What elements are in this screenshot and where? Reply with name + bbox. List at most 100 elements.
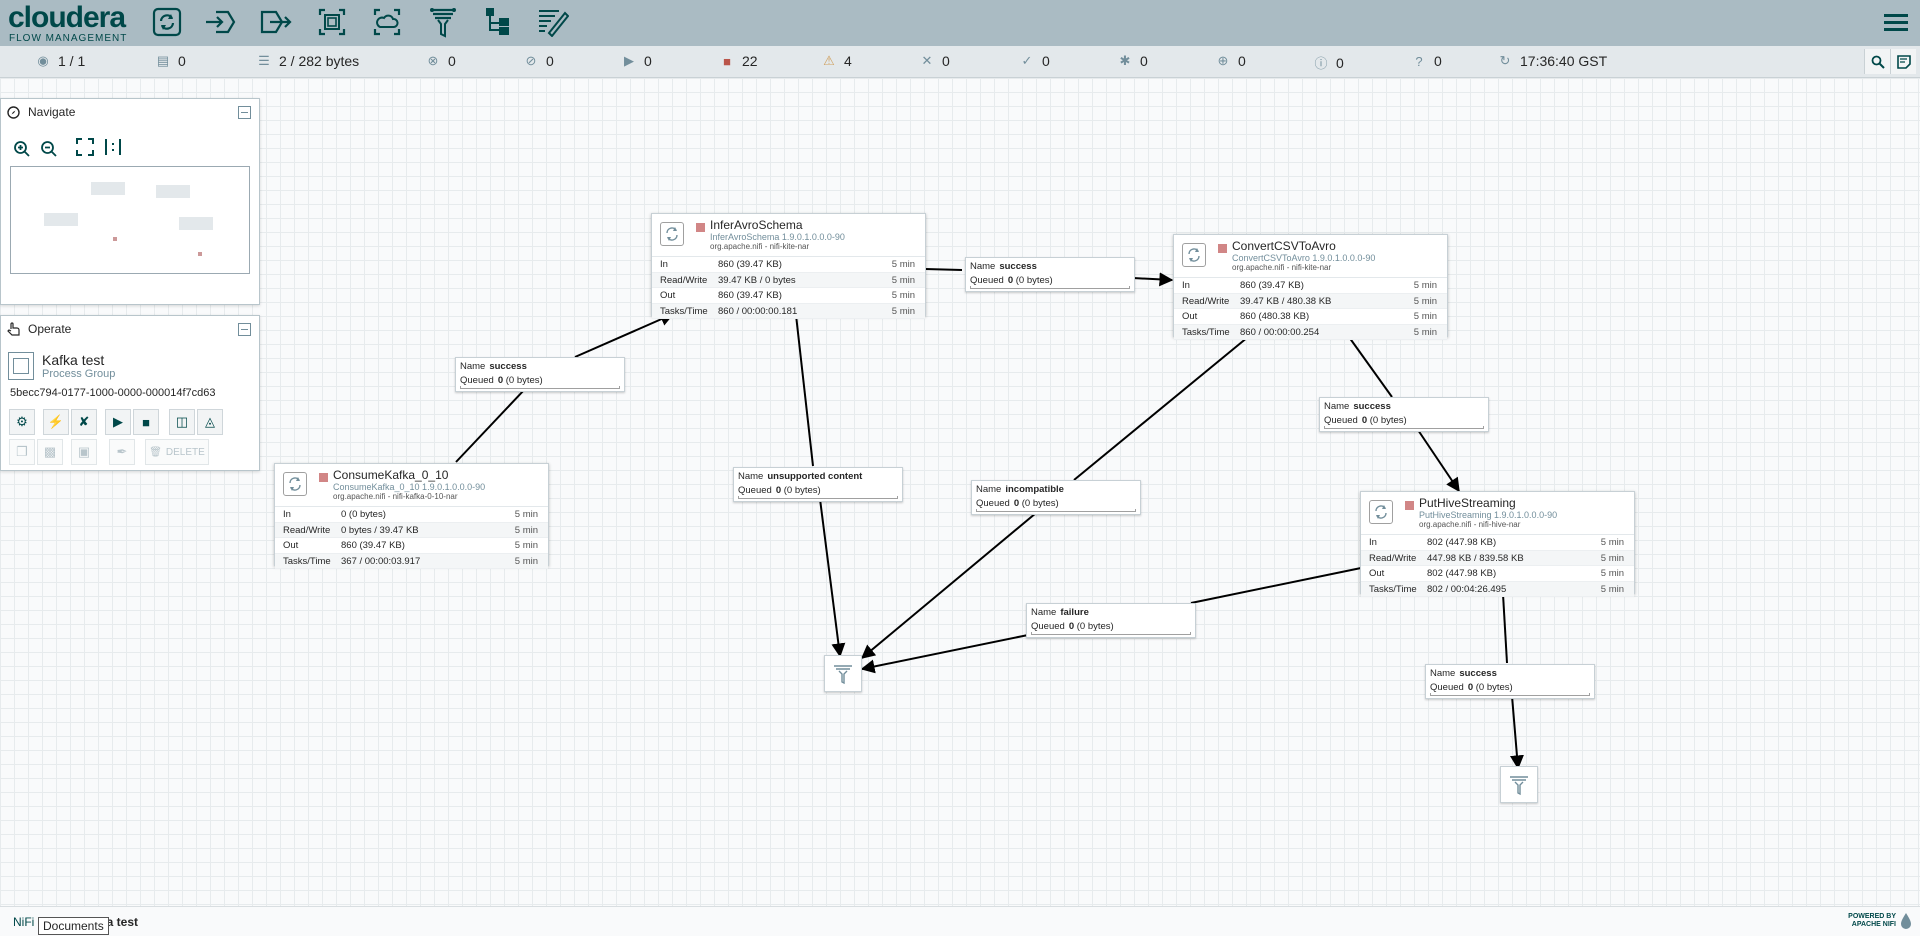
status-not-transmitting-rpg: ⊘ 0 [525, 53, 554, 69]
processor-type: ConsumeKafka_0_10 1.9.0.1.0.0.0-90 [333, 482, 486, 492]
status-cluster: ◉ 1 / 1 [36, 53, 85, 69]
powered-by-nifi[interactable]: POWERED BY APACHE NIFI [1848, 913, 1896, 929]
queue-bar [1324, 426, 1484, 429]
label-button[interactable] [536, 5, 570, 39]
template-icon: ◫ [175, 414, 189, 429]
processor-icon [660, 222, 684, 246]
connection-label-success-3[interactable]: Name success Queued 0 (0 bytes) [1319, 397, 1489, 432]
status-last-refresh[interactable]: ↻ 17:36:40 GST [1498, 53, 1608, 69]
funnel-component-2[interactable] [1500, 766, 1538, 803]
check-icon: ✓ [1021, 53, 1033, 68]
processor-icon [283, 472, 307, 496]
connection-label-success-2[interactable]: Name success Queued 0 (0 bytes) [965, 257, 1135, 292]
status-stopped: ■ 22 [720, 53, 758, 69]
stop-icon: ■ [142, 414, 150, 430]
processor-name: PutHiveStreaming [1419, 496, 1516, 510]
connection-label-incompatible[interactable]: Name incompatible Queued 0 (0 bytes) [971, 480, 1141, 515]
zoom-out-icon [41, 141, 57, 157]
brush-icon: ✒ [116, 444, 128, 459]
group-button[interactable]: ▣ [71, 439, 97, 465]
processor-consumekafka[interactable]: ConsumeKafka_0_10 ConsumeKafka_0_10 1.9.… [274, 463, 549, 570]
queue-bar [1430, 693, 1590, 696]
template-button[interactable] [481, 5, 515, 39]
operate-collapse-button[interactable] [238, 323, 251, 336]
connection-label-failure[interactable]: Name failure Queued 0 (0 bytes) [1026, 603, 1196, 638]
stopped-status-icon [1405, 501, 1414, 510]
stopped-status-icon [1218, 244, 1227, 253]
status-sync-failure: ? 0 [1412, 53, 1441, 69]
processor-name: ConvertCSVToAvro [1232, 239, 1336, 253]
connection-label-unsupported-content[interactable]: Name unsupported content Queued 0 (0 bytes… [733, 467, 903, 502]
refresh-icon[interactable]: ↻ [1498, 53, 1512, 69]
start-button[interactable]: ▶ [105, 409, 131, 435]
flow-status-bar: ◉ 1 / 1 ▤ 0 ☰ 2 / 282 bytes ⊗ 0 ⊘ 0 ▶ 0 … [0, 46, 1920, 78]
processor-bundle: org.apache.nifi - nifi-kite-nar [1232, 263, 1332, 272]
search-button[interactable] [1864, 49, 1890, 74]
stop-button[interactable]: ■ [133, 409, 159, 435]
fit-button[interactable] [73, 135, 97, 159]
birdseye-funnel-2 [198, 252, 202, 256]
processor-inferavroschema[interactable]: InferAvroSchema InferAvroSchema 1.9.0.1.… [651, 213, 926, 320]
zoom-in-button[interactable] [10, 137, 34, 161]
disable-button[interactable]: ✘ [71, 409, 97, 435]
upload-template-button[interactable]: ◬ [197, 409, 223, 435]
copy-icon: ❐ [16, 444, 28, 459]
color-button[interactable]: ✒ [109, 439, 135, 465]
label-icon [539, 10, 569, 37]
queue-bar [738, 496, 898, 499]
connection-label-success-1[interactable]: Name success Queued 0 (0 bytes) [455, 357, 625, 392]
operate-title: Operate [28, 322, 72, 336]
zoom-out-button[interactable] [37, 137, 61, 161]
nifi-drop-icon [1901, 913, 1911, 929]
brand-name: cloudera [8, 1, 126, 34]
operate-header[interactable]: Operate [1, 316, 259, 342]
selection-name: Kafka test [42, 352, 105, 368]
delete-button[interactable]: 🗑 DELETE [145, 439, 209, 465]
processor-puthivestreaming[interactable]: PutHiveStreaming PutHiveStreaming 1.9.0.… [1360, 491, 1635, 598]
question-icon: ? [1415, 53, 1423, 69]
birdseye-view[interactable] [10, 166, 250, 274]
connection-label-success-4[interactable]: Name success Queued 0 (0 bytes) [1425, 664, 1595, 699]
processor-type: ConvertCSVToAvro 1.9.0.1.0.0.0-90 [1232, 253, 1376, 263]
gear-icon: ⚙ [16, 414, 28, 429]
bolt-icon: ⚡ [47, 414, 65, 429]
status-queued: ☰ 2 / 282 bytes [258, 53, 360, 69]
process-group-button[interactable] [315, 5, 349, 39]
cluster-count: 1 / 1 [58, 53, 86, 69]
funnel-component-1[interactable] [824, 655, 862, 692]
bulletin-icon: ▤ [156, 53, 170, 68]
processor-bundle: org.apache.nifi - nifi-kafka-0-10-nar [333, 492, 458, 501]
paste-button[interactable]: ▩ [37, 439, 63, 465]
bulletin-board-button[interactable] [1890, 49, 1916, 74]
brand-subtitle: FLOW MANAGEMENT [9, 33, 128, 44]
processor-button[interactable] [150, 5, 184, 39]
selection-id: 5becc794-0177-1000-0000-000014f7cd63 [10, 387, 216, 399]
processor-bundle: org.apache.nifi - nifi-hive-nar [1419, 520, 1521, 529]
configure-button[interactable]: ⚙ [9, 409, 35, 435]
enable-button[interactable]: ⚡ [43, 409, 69, 435]
output-port-button[interactable] [259, 5, 293, 39]
selection-type: Process Group [42, 368, 116, 380]
remote-process-group-button[interactable] [370, 5, 404, 39]
navigate-title: Navigate [28, 105, 76, 119]
birdseye-convert [156, 185, 190, 198]
navigate-header[interactable]: Navigate [1, 99, 259, 125]
input-port-button[interactable] [203, 5, 237, 39]
breadcrumb-root[interactable]: NiFi [13, 915, 34, 929]
navigate-collapse-button[interactable] [238, 106, 251, 119]
status-running: ▶ 0 [624, 53, 652, 69]
global-menu-button[interactable] [1882, 9, 1910, 37]
queue-bar [970, 286, 1130, 289]
birdseye-put [179, 217, 213, 230]
processor-type: InferAvroSchema 1.9.0.1.0.0.0-90 [710, 232, 845, 242]
hamburger-icon [1884, 14, 1908, 31]
actual-size-button[interactable] [101, 135, 125, 159]
status-locally-modified-stale: ⓘ 0 [1314, 54, 1344, 72]
funnel-icon [1510, 775, 1528, 795]
create-template-button[interactable]: ◫ [169, 409, 195, 435]
funnel-button[interactable] [426, 5, 460, 39]
copy-button[interactable]: ❐ [9, 439, 35, 465]
processor-convertcsvtoavro[interactable]: ConvertCSVToAvro ConvertCSVToAvro 1.9.0.… [1173, 234, 1448, 341]
processor-icon [1369, 500, 1393, 524]
brand-logo[interactable]: cloudera FLOW MANAGEMENT [8, 1, 128, 45]
